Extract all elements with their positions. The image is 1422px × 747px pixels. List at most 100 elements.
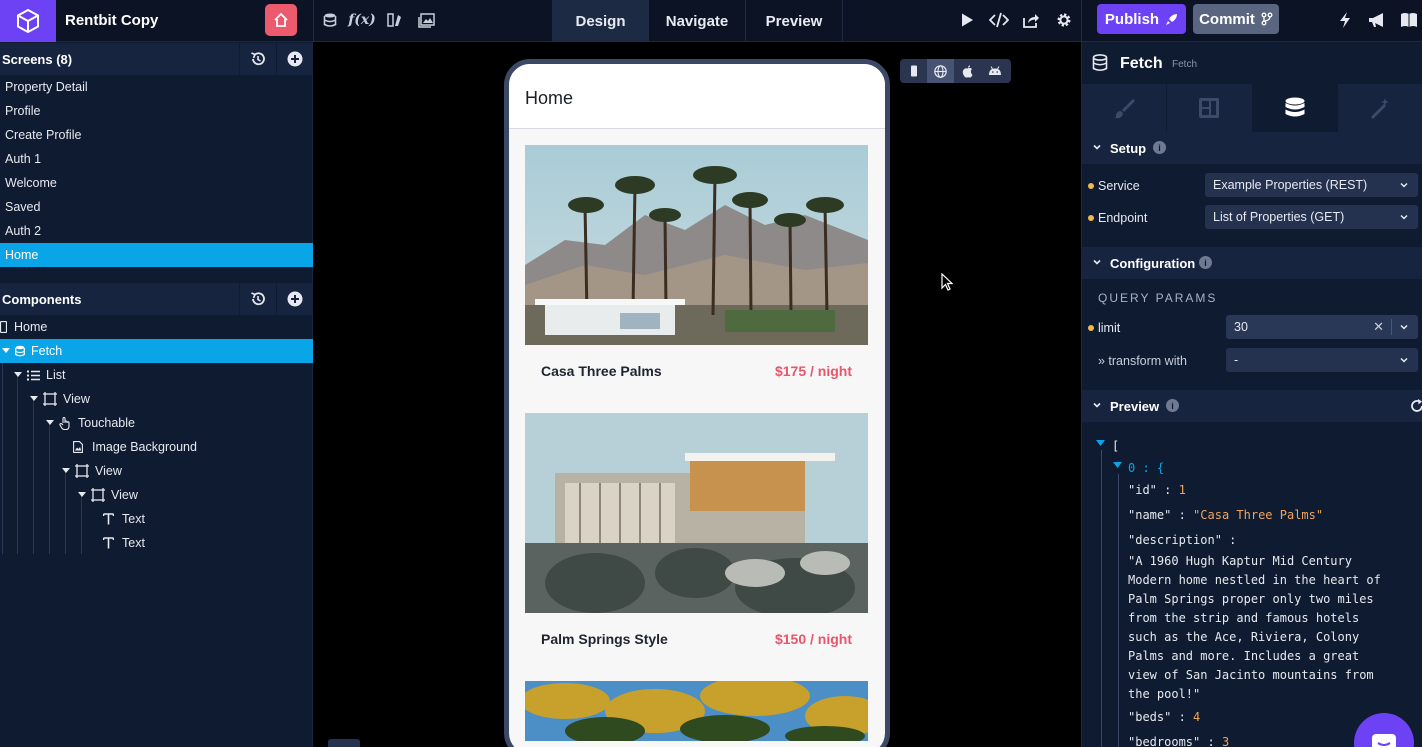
info-icon[interactable]: i <box>1166 399 1179 412</box>
info-icon[interactable]: i <box>1153 141 1166 154</box>
components-header: Components <box>0 283 313 315</box>
tree-item-view[interactable]: View <box>0 459 313 483</box>
clear-icon[interactable]: ✕ <box>1373 315 1384 339</box>
tab-navigate[interactable]: Navigate <box>649 0 745 42</box>
chevron-down-icon[interactable] <box>1096 440 1105 447</box>
phone-frame: Home Casa Three Palms $175 / night Palm … <box>504 59 890 747</box>
inspector-subtitle: Fetch <box>1172 59 1198 70</box>
screen-item-home[interactable]: Home <box>0 243 313 267</box>
screen-item-property-detail[interactable]: Property Detail <box>0 75 313 99</box>
mobile-device-icon[interactable] <box>900 59 927 83</box>
query-params-label: QUERY PARAMS <box>1098 291 1218 305</box>
service-value: Example Properties (REST) <box>1213 178 1368 192</box>
configuration-section-header[interactable]: Configuration i <box>1082 247 1422 279</box>
gear-icon[interactable] <box>1053 9 1075 31</box>
json-index-0[interactable]: 0 : { <box>1128 461 1164 475</box>
json-value-line: Palm Springs proper only two miles <box>1128 592 1374 606</box>
add-screen-button[interactable] <box>276 43 313 75</box>
transform-select[interactable]: - <box>1226 348 1418 372</box>
lightning-icon[interactable] <box>1334 9 1356 31</box>
function-icon[interactable]: f(x) <box>348 9 376 31</box>
chevron-down-icon[interactable] <box>1113 462 1122 469</box>
info-icon[interactable]: i <box>1199 256 1212 269</box>
share-icon[interactable] <box>1020 9 1042 31</box>
tree-item-home[interactable]: Home <box>0 315 313 339</box>
screen-item-welcome[interactable]: Welcome <box>0 171 313 195</box>
database-icon[interactable] <box>319 9 341 31</box>
chevron-down-icon[interactable] <box>29 394 39 404</box>
tab-style[interactable] <box>1082 84 1168 132</box>
screen-item-create-profile[interactable]: Create Profile <box>0 123 313 147</box>
rocket-icon <box>1166 13 1178 25</box>
json-row-name: "name" : "Casa Three Palms" <box>1128 508 1324 522</box>
phone-title: Home <box>525 88 574 108</box>
refresh-icon[interactable] <box>1410 399 1422 413</box>
chevron-down-icon[interactable] <box>1 346 11 356</box>
add-component-button[interactable] <box>276 283 313 315</box>
view-icon <box>43 392 57 406</box>
chevron-down-icon[interactable] <box>77 490 87 500</box>
play-icon[interactable] <box>956 9 978 31</box>
publish-button[interactable]: Publish <box>1097 4 1186 34</box>
chevron-down-icon[interactable] <box>1399 315 1409 339</box>
tab-preview[interactable]: Preview <box>746 0 842 42</box>
tree-item-text[interactable]: Text <box>0 507 313 531</box>
support-chat-button[interactable] <box>1354 713 1414 747</box>
tab-actions[interactable] <box>1338 84 1422 132</box>
tab-design[interactable]: Design <box>553 0 648 42</box>
book-icon[interactable] <box>1398 9 1420 31</box>
screens-history-button[interactable] <box>239 43 276 75</box>
tree-item-text[interactable]: Text <box>0 531 313 555</box>
property-card[interactable] <box>525 681 868 741</box>
setup-section-header[interactable]: Setup i <box>1082 132 1422 164</box>
screens-header: Screens (8) <box>0 43 313 75</box>
tree-item-view[interactable]: View <box>0 387 313 411</box>
components-title: Components <box>2 292 82 307</box>
property-card[interactable]: Palm Springs Style $150 / night <box>525 413 868 665</box>
code-icon[interactable] <box>988 9 1010 31</box>
limit-input[interactable]: 30 ✕ <box>1226 315 1418 339</box>
input-divider <box>1391 319 1392 335</box>
tree-item-view[interactable]: View <box>0 483 313 507</box>
screen-item-auth-1[interactable]: Auth 1 <box>0 147 313 171</box>
home-screen-button[interactable] <box>265 4 297 36</box>
design-canvas[interactable]: Home Casa Three Palms $175 / night Palm … <box>313 42 1081 747</box>
chevron-down-icon <box>1399 205 1409 229</box>
app-logo[interactable] <box>0 0 56 42</box>
property-card[interactable]: Casa Three Palms $175 / night <box>525 145 868 397</box>
android-icon[interactable] <box>981 59 1008 83</box>
chevron-down-icon[interactable] <box>45 418 55 428</box>
commit-button[interactable]: Commit <box>1193 4 1279 34</box>
canvas-scroll-handle[interactable] <box>328 739 360 747</box>
property-price: $150 / night <box>774 631 852 647</box>
tree-item-touchable[interactable]: Touchable <box>0 411 313 435</box>
plus-circle-icon <box>287 51 303 67</box>
json-value-line: such as the Ace, Riviera, Colony <box>1128 630 1360 644</box>
database-icon <box>1092 54 1108 72</box>
image-gallery-icon[interactable] <box>415 9 437 31</box>
megaphone-icon[interactable] <box>1366 9 1388 31</box>
history-icon <box>251 292 265 306</box>
screen-item-saved[interactable]: Saved <box>0 195 313 219</box>
endpoint-select[interactable]: List of Properties (GET) <box>1205 205 1418 229</box>
screen-item-auth-2[interactable]: Auth 2 <box>0 219 313 243</box>
service-select[interactable]: Example Properties (REST) <box>1205 173 1418 197</box>
apple-icon[interactable] <box>954 59 981 83</box>
tree-item-fetch[interactable]: Fetch <box>0 339 313 363</box>
inspector-tabs <box>1082 84 1422 132</box>
chevron-down-icon[interactable] <box>13 370 23 380</box>
components-history-button[interactable] <box>239 283 276 315</box>
card-info-row: Palm Springs Style $150 / night <box>525 613 868 665</box>
assets-icon[interactable] <box>383 9 405 31</box>
tree-item-image-background[interactable]: Image Background <box>0 435 313 459</box>
inspector-title: Fetch <box>1120 55 1163 72</box>
chevron-down-icon[interactable] <box>61 466 71 476</box>
screen-item-profile[interactable]: Profile <box>0 99 313 123</box>
json-value: 4 <box>1193 710 1201 724</box>
tree-item-list[interactable]: List <box>0 363 313 387</box>
preview-section-header[interactable]: Preview i <box>1082 390 1422 422</box>
property-name: Palm Springs Style <box>541 631 668 647</box>
tab-layout[interactable] <box>1167 84 1253 132</box>
tab-data[interactable] <box>1252 84 1338 132</box>
globe-icon[interactable] <box>927 59 954 83</box>
